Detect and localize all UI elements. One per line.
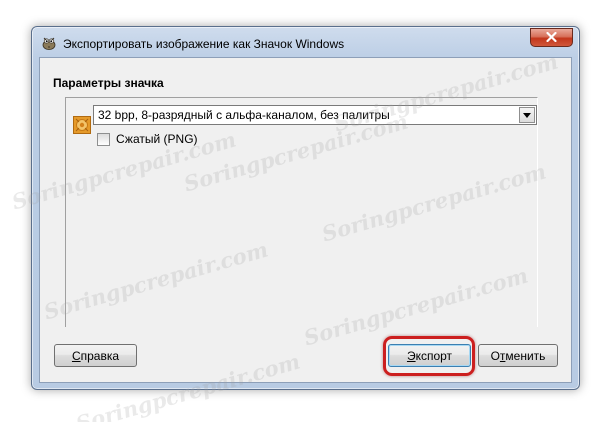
compressed-png-option[interactable]: Сжатый (PNG) (97, 131, 198, 147)
format-select-value: 32 bpp, 8-разрядный с альфа-каналом, без… (98, 108, 390, 122)
title-bar[interactable]: Экспортировать изображение как Значок Wi… (32, 27, 579, 57)
close-button[interactable] (530, 28, 573, 47)
image-preview-icon (73, 116, 91, 134)
format-select[interactable]: 32 bpp, 8-разрядный с альфа-каналом, без… (93, 105, 537, 125)
cancel-button[interactable]: Отменить (478, 344, 558, 367)
screenshot-stage: Экспортировать изображение как Значок Wi… (0, 0, 610, 422)
window-title: Экспортировать изображение как Значок Wi… (63, 37, 345, 51)
compressed-png-checkbox[interactable] (97, 132, 110, 146)
compressed-png-label: Сжатый (PNG) (116, 132, 198, 146)
export-button[interactable]: Экспорт (388, 344, 471, 367)
export-button-label: Экспорт (406, 348, 453, 363)
cancel-button-label: Отменить (490, 348, 546, 363)
help-button-label: Справка (71, 348, 120, 363)
close-icon (546, 29, 557, 47)
help-button[interactable]: Справка (54, 344, 137, 367)
gimp-app-icon (41, 35, 57, 51)
dropdown-arrow-icon[interactable] (519, 107, 535, 123)
section-label: Параметры значка (53, 76, 164, 90)
